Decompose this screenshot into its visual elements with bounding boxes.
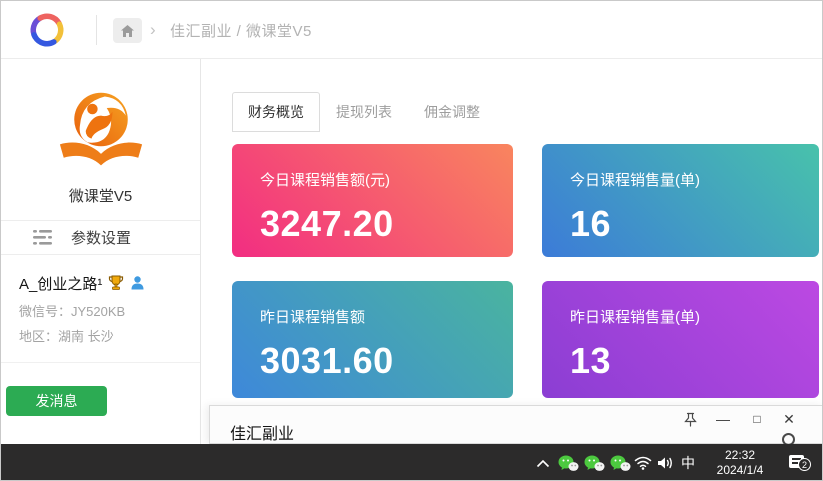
stat-card-value: 3031.60: [260, 340, 513, 382]
app-swirl-logo-icon: [25, 8, 69, 52]
tab-withdraw-list[interactable]: 提现列表: [320, 92, 408, 132]
finance-tabbar: 财务概览 提现列表 佣金调整: [232, 92, 496, 132]
brand-logo-icon: [53, 87, 149, 173]
chevron-up-icon: [536, 459, 550, 468]
trophy-icon: [108, 275, 124, 291]
contact-name: A_创业之路¹: [19, 273, 102, 294]
overlay-window-title: 佳汇副业: [230, 420, 294, 444]
male-contact-icon: [131, 276, 144, 290]
overlay-window: 佳汇副业 — □ ✕: [209, 405, 823, 444]
stat-card-title: 今日课程销售量(单): [570, 169, 819, 190]
tray-wechat-icon-1[interactable]: [557, 444, 579, 481]
stat-card-value: 13: [570, 340, 819, 382]
stat-card-value: 3247.20: [260, 203, 513, 245]
settings-list-icon: [33, 230, 52, 245]
stat-card-today-sales-count: 今日课程销售量(单) 16: [542, 144, 819, 257]
tray-date: 2024/1/4: [717, 463, 764, 478]
tray-wechat-icon-3[interactable]: [609, 444, 631, 481]
top-header: › 佳汇副业 / 微课堂V5: [1, 1, 822, 59]
action-center-button[interactable]: 2: [782, 444, 816, 481]
home-icon: [120, 24, 135, 38]
stat-card-yesterday-sales-amount: 昨日课程销售额 3031.60: [232, 281, 513, 398]
wechat-icon: [584, 455, 605, 472]
wifi-icon: [634, 456, 652, 470]
tab-finance-overview[interactable]: 财务概览: [232, 92, 320, 132]
tray-time: 22:32: [725, 448, 755, 463]
close-button[interactable]: ✕: [777, 408, 801, 430]
stat-card-title: 今日课程销售额(元): [260, 169, 513, 190]
tray-volume-button[interactable]: [655, 444, 677, 481]
sidebar: 微课堂V5 参数设置 A_创业之路¹: [1, 59, 201, 444]
stat-card-yesterday-sales-count: 昨日课程销售量(单) 13: [542, 281, 819, 398]
breadcrumb[interactable]: 佳汇副业 / 微课堂V5: [170, 1, 312, 59]
tray-clock[interactable]: 22:32 2024/1/4: [701, 444, 779, 481]
sidebar-app-name: 微课堂V5: [1, 185, 200, 206]
sidebar-item-settings-label: 参数设置: [71, 227, 131, 248]
tray-network-button[interactable]: [633, 444, 653, 481]
wechat-icon: [610, 455, 631, 472]
pin-icon: [684, 412, 697, 427]
tray-ime-indicator[interactable]: 中: [679, 444, 697, 481]
stat-card-title: 昨日课程销售量(单): [570, 306, 819, 327]
stat-card-today-sales-amount: 今日课程销售额(元) 3247.20: [232, 144, 513, 257]
contact-profile: A_创业之路¹ 微信号：JY520KB 地区：湖南 长沙: [1, 271, 200, 363]
profile-divider: [1, 362, 200, 363]
stat-card-value: 16: [570, 203, 819, 245]
breadcrumb-chevron-icon: ›: [150, 1, 156, 59]
speaker-icon: [657, 456, 675, 470]
windows-taskbar: 中 22:32 2024/1/4 2: [1, 444, 822, 481]
stat-card-title: 昨日课程销售额: [260, 306, 513, 327]
sidebar-item-settings[interactable]: 参数设置: [1, 220, 200, 255]
pin-window-button[interactable]: [678, 408, 702, 430]
header-divider: [96, 15, 97, 45]
home-button[interactable]: [113, 18, 142, 43]
desktop-screen: › 佳汇副业 / 微课堂V5 微课堂V5: [0, 0, 823, 481]
tray-expand-button[interactable]: [534, 444, 552, 481]
contact-wechat-id: 微信号：JY520KB: [1, 301, 200, 320]
wechat-icon: [558, 455, 579, 472]
tray-wechat-icon-2[interactable]: [583, 444, 605, 481]
minimize-button[interactable]: —: [711, 408, 735, 430]
contact-region: 地区：湖南 长沙: [1, 326, 200, 345]
maximize-button[interactable]: □: [745, 408, 769, 430]
send-message-button[interactable]: 发消息: [6, 386, 107, 416]
notification-badge: 2: [798, 458, 811, 471]
tab-commission-adjust[interactable]: 佣金调整: [408, 92, 496, 132]
